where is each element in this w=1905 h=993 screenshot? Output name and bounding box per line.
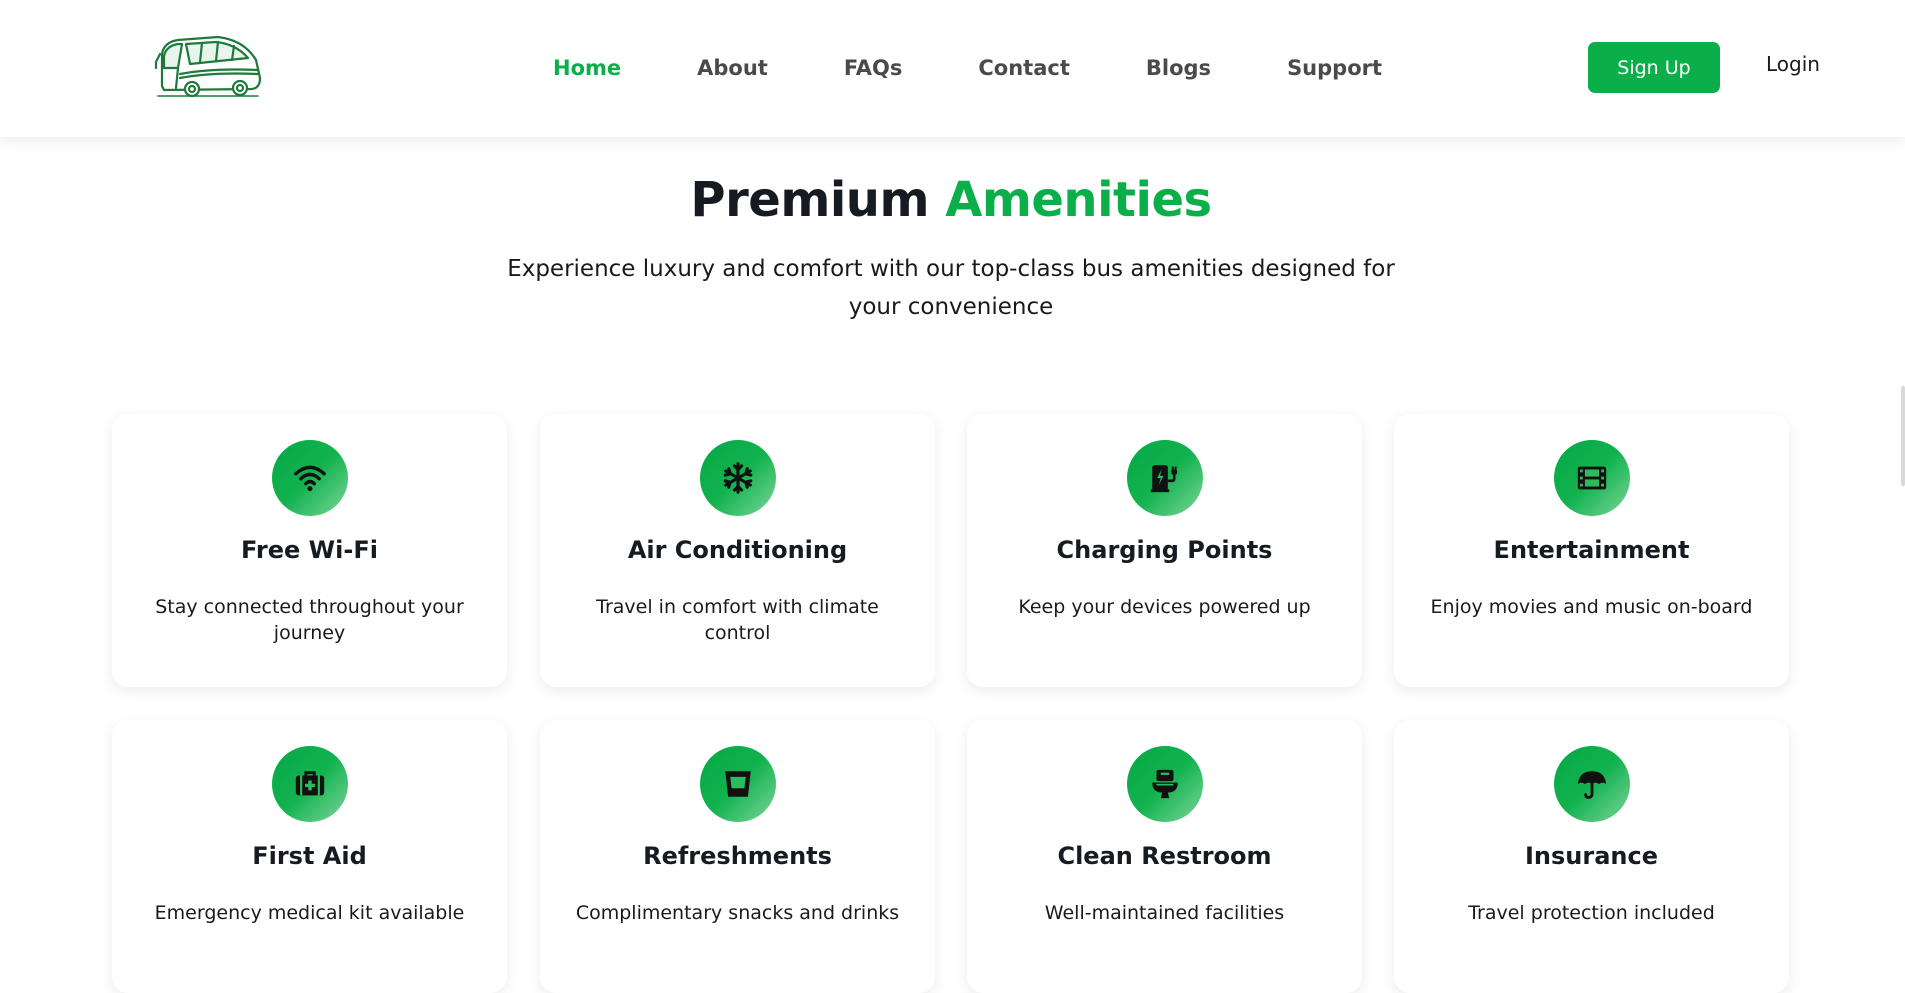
amenity-desc: Complimentary snacks and drinks xyxy=(575,902,900,924)
amenity-desc: Travel protection included xyxy=(1468,902,1715,924)
amenity-title: First Aid xyxy=(252,842,367,870)
amenity-desc: Enjoy movies and music on-board xyxy=(1430,596,1753,618)
login-link[interactable]: Login xyxy=(1766,52,1820,76)
amenity-title: Air Conditioning xyxy=(627,536,848,564)
glass-icon xyxy=(700,746,776,822)
toilet-icon xyxy=(1127,746,1203,822)
nav-blogs[interactable]: Blogs xyxy=(1146,56,1211,80)
amenity-card-charging: Charging Points Keep your devices powere… xyxy=(967,414,1362,687)
amenity-card-insurance: Insurance Travel protection included xyxy=(1394,720,1789,993)
amenity-desc: Emergency medical kit available xyxy=(154,902,465,924)
amenity-desc: Stay connected throughout your journey xyxy=(155,596,464,644)
film-icon xyxy=(1554,440,1630,516)
wifi-icon xyxy=(272,440,348,516)
main-nav: Home About FAQs Contact Blogs Support xyxy=(553,50,1382,86)
section-title-main: Premium xyxy=(690,172,929,228)
section-subtitle: Experience luxury and comfort with our t… xyxy=(507,256,1395,320)
amenity-card-restroom: Clean Restroom Well-maintained facilitie… xyxy=(967,720,1362,993)
nav-about[interactable]: About xyxy=(697,56,768,80)
site-header: Home About FAQs Contact Blogs Support Si… xyxy=(0,0,1905,137)
section-title: Premium Amenities xyxy=(0,172,1902,228)
amenity-title: Insurance xyxy=(1524,842,1658,870)
amenity-card-wifi: Free Wi-Fi Stay connected throughout you… xyxy=(112,414,507,687)
nav-contact[interactable]: Contact xyxy=(978,56,1070,80)
nav-home[interactable]: Home xyxy=(553,56,621,80)
amenity-card-first-aid: First Aid Emergency medical kit availabl… xyxy=(112,720,507,993)
amenity-card-entertainment: Entertainment Enjoy movies and music on-… xyxy=(1394,414,1789,687)
snowflake-icon xyxy=(700,440,776,516)
sign-up-button[interactable]: Sign Up xyxy=(1588,42,1720,93)
amenity-card-air-conditioning: Air Conditioning Travel in comfort with … xyxy=(540,414,935,687)
charging-station-icon xyxy=(1127,440,1203,516)
amenity-desc: Well-maintained facilities xyxy=(1044,902,1285,924)
bus-logo-icon[interactable] xyxy=(152,34,266,100)
amenity-card-refreshments: Refreshments Complimentary snacks and dr… xyxy=(540,720,935,993)
umbrella-icon xyxy=(1554,746,1630,822)
nav-faqs[interactable]: FAQs xyxy=(844,56,903,80)
amenity-title: Entertainment xyxy=(1493,536,1690,564)
amenity-desc: Travel in comfort with climate control xyxy=(596,596,879,644)
amenity-title: Refreshments xyxy=(643,842,832,870)
amenity-desc: Keep your devices powered up xyxy=(1018,596,1311,618)
nav-support[interactable]: Support xyxy=(1287,56,1382,80)
section-title-accent: Amenities xyxy=(945,172,1212,228)
amenity-title: Free Wi-Fi xyxy=(241,536,378,564)
amenity-title: Charging Points xyxy=(1056,536,1273,564)
page-scrollbar[interactable] xyxy=(1901,386,1905,486)
medkit-icon xyxy=(272,746,348,822)
amenity-title: Clean Restroom xyxy=(1057,842,1272,870)
